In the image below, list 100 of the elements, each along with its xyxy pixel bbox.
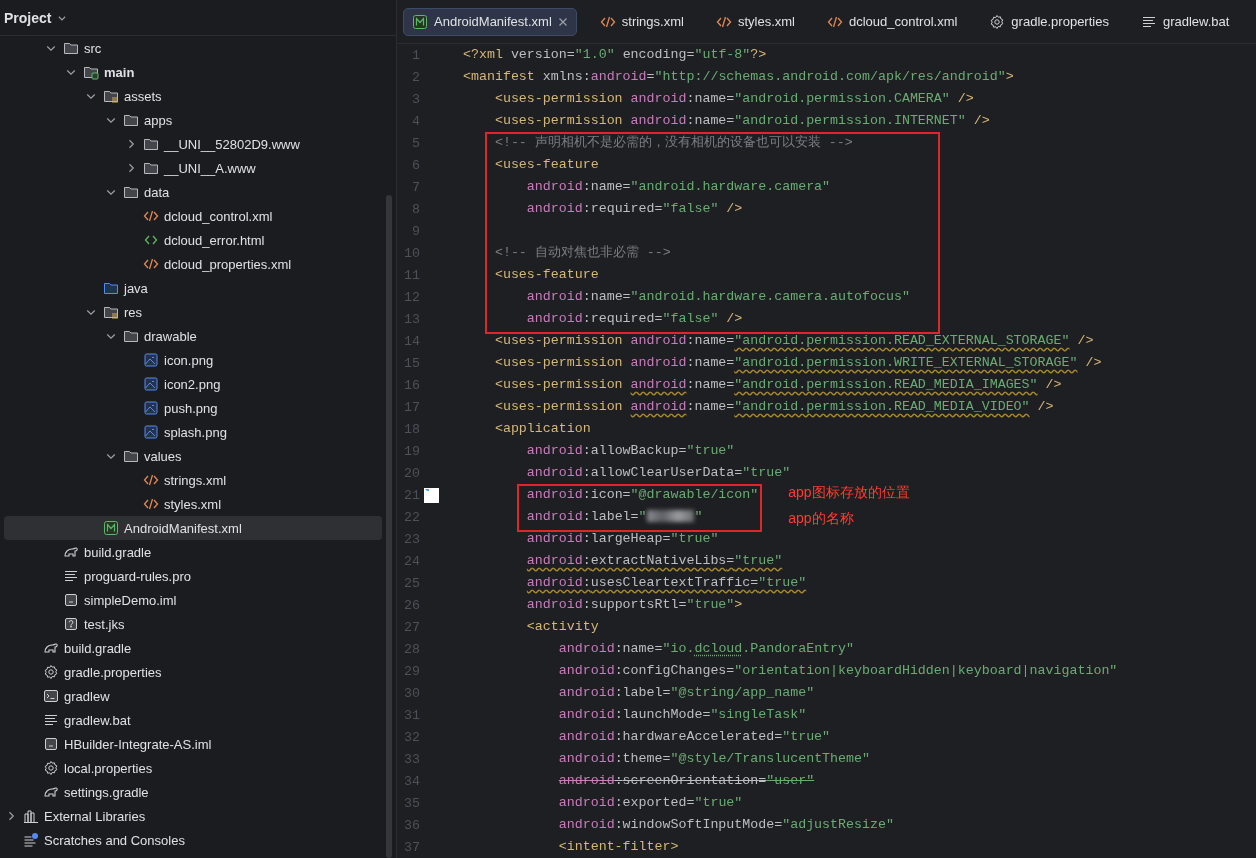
tree-item[interactable]: main xyxy=(4,60,382,84)
tree-item[interactable]: dcloud_control.xml xyxy=(4,204,382,228)
panel-title[interactable]: Project xyxy=(4,9,52,26)
tree-item[interactable]: splash.png xyxy=(4,420,382,444)
folder-icon xyxy=(63,40,79,56)
elephant-icon xyxy=(63,544,79,560)
tree-item[interactable]: push.png xyxy=(4,396,382,420)
tree-item[interactable]: dcloud_error.html xyxy=(4,228,382,252)
terminal-icon xyxy=(43,688,59,704)
tree-item[interactable]: dcloud_properties.xml xyxy=(4,252,382,276)
tree-item[interactable]: HBuilder-Integrate-AS.iml xyxy=(4,732,382,756)
gear-icon xyxy=(43,664,59,680)
editor-tab[interactable]: AndroidManifest.xml xyxy=(403,7,577,36)
code-line: android:exported="true" xyxy=(557,794,743,812)
editor-tab[interactable]: strings.xml xyxy=(590,7,693,36)
code-icon xyxy=(143,472,159,488)
folder-icon xyxy=(103,304,119,320)
image-file-icon xyxy=(143,352,159,368)
folder-icon xyxy=(123,328,139,344)
folder-icon xyxy=(123,184,139,200)
tree-item[interactable]: __UNI__52802D9.www xyxy=(4,132,382,156)
code-line: android:launchMode="singleTask" xyxy=(557,706,807,724)
folder-icon xyxy=(143,136,159,152)
gear-icon xyxy=(43,760,59,776)
code-line: android:theme="@style/TranslucentTheme" xyxy=(557,750,870,768)
tree-item[interactable]: res xyxy=(4,300,382,324)
text-file-icon xyxy=(43,712,59,728)
code-line: <uses-permission android:name="android.permission.INTERNET" /> xyxy=(493,112,990,130)
close-icon[interactable] xyxy=(557,16,568,27)
tree-item[interactable]: icon.png xyxy=(4,348,382,372)
folder-icon xyxy=(123,448,139,464)
image-preview-icon[interactable] xyxy=(424,487,439,503)
tree-item[interactable]: __UNI__A.www xyxy=(4,156,382,180)
scrollbar-thumb[interactable] xyxy=(386,195,392,858)
code-line: <intent-filter> xyxy=(557,838,679,856)
tree-item[interactable]: simpleDemo.iml xyxy=(4,588,382,612)
annotation-note: app图标存放的位置 xyxy=(788,484,910,502)
tree-item[interactable]: apps xyxy=(4,108,382,132)
unknown-file-icon xyxy=(63,616,79,632)
editor-tab[interactable]: gradle.properties xyxy=(980,7,1118,36)
code-line: <!-- 声明相机不是必需的，没有相机的设备也可以安装 --> xyxy=(493,134,853,152)
tree-item[interactable]: gradlew.bat xyxy=(4,708,382,732)
code-line: android:configChanges="orientation|keyboardHidden|keyboard|navigation" xyxy=(557,662,1118,680)
tree-item[interactable]: assets xyxy=(4,84,382,108)
code-line: <activity xyxy=(525,618,599,636)
code-line: android:label=" " xyxy=(525,508,703,526)
annotation-note: app的名称 xyxy=(788,510,854,528)
code-line: <uses-permission android:name="android.permission.READ_MEDIA_IMAGES" /> xyxy=(493,376,1062,394)
tree-item[interactable]: strings.xml xyxy=(4,468,382,492)
tree-item[interactable]: local.properties xyxy=(4,756,382,780)
tree-item[interactable]: values xyxy=(4,444,382,468)
code-line: <uses-feature xyxy=(493,266,599,284)
tree-item[interactable]: src xyxy=(4,36,382,60)
tree-item[interactable]: gradle.properties xyxy=(4,660,382,684)
library-icon xyxy=(23,808,39,824)
text-file-icon xyxy=(63,568,79,584)
code-line: android:name="android.hardware.camera" xyxy=(525,178,831,196)
folder-icon xyxy=(103,280,119,296)
tree-item[interactable]: styles.xml xyxy=(4,492,382,516)
tree-item[interactable]: Scratches and Consoles xyxy=(4,828,382,852)
code-line: <uses-permission android:name="android.permission.READ_MEDIA_VIDEO" /> xyxy=(493,398,1054,416)
gear-icon xyxy=(989,13,1006,30)
code-line: android:supportsRtl="true"> xyxy=(525,596,743,614)
code-line: android:allowClearUserData="true" xyxy=(525,464,791,482)
image-file-icon xyxy=(143,424,159,440)
code-icon xyxy=(143,256,159,272)
code-line: android:label="@string/app_name" xyxy=(557,684,815,702)
folder-icon xyxy=(83,64,99,80)
tree-item[interactable]: drawable xyxy=(4,324,382,348)
code-line: <uses-permission android:name="android.permission.WRITE_EXTERNAL_STORAGE" /> xyxy=(493,354,1102,372)
tree-item[interactable]: build.gradle xyxy=(4,636,382,660)
tree-item[interactable]: gradlew xyxy=(4,684,382,708)
code-line: android:required="false" /> xyxy=(525,310,743,328)
code-line: android:name="io.dcloud.PandoraEntry" xyxy=(557,640,855,658)
code-line: android:screenOrientation="user" xyxy=(557,772,815,790)
code-line: android:icon="@drawable/icon" xyxy=(525,486,759,504)
tree-item[interactable]: settings.gradle xyxy=(4,780,382,804)
tree-item[interactable]: java xyxy=(4,276,382,300)
code-line: <uses-permission android:name="android.permission.CAMERA" /> xyxy=(493,90,974,108)
tree-item[interactable]: proguard-rules.pro xyxy=(4,564,382,588)
tree-item[interactable]: icon2.png xyxy=(4,372,382,396)
tree-item[interactable]: AndroidManifest.xml xyxy=(4,516,382,540)
tree-item[interactable]: build.gradle xyxy=(4,540,382,564)
tree-item[interactable]: test.jks xyxy=(4,612,382,636)
elephant-icon xyxy=(43,784,59,800)
code-line: android:name="android.hardware.camera.autofocus" xyxy=(525,288,910,306)
editor-tab[interactable]: gradlew.bat xyxy=(1131,7,1239,36)
editor-tab[interactable]: dcloud_control.xml xyxy=(817,7,967,36)
code-line: <uses-permission android:name="android.permission.READ_EXTERNAL_STORAGE" /> xyxy=(493,332,1094,350)
manifest-file-icon xyxy=(103,520,119,536)
tree-item[interactable]: External Libraries xyxy=(4,804,382,828)
editor-tab[interactable]: styles.xml xyxy=(706,7,804,36)
code-line: android:windowSoftInputMode="adjustResize" xyxy=(557,816,894,834)
image-file-icon xyxy=(143,400,159,416)
tree-item[interactable]: data xyxy=(4,180,382,204)
folder-icon xyxy=(103,88,119,104)
code-line: <?xml version="1.0" encoding="utf-8"?> xyxy=(463,46,767,64)
code-icon xyxy=(143,208,159,224)
image-file-icon xyxy=(143,376,159,392)
code-icon xyxy=(143,496,159,512)
